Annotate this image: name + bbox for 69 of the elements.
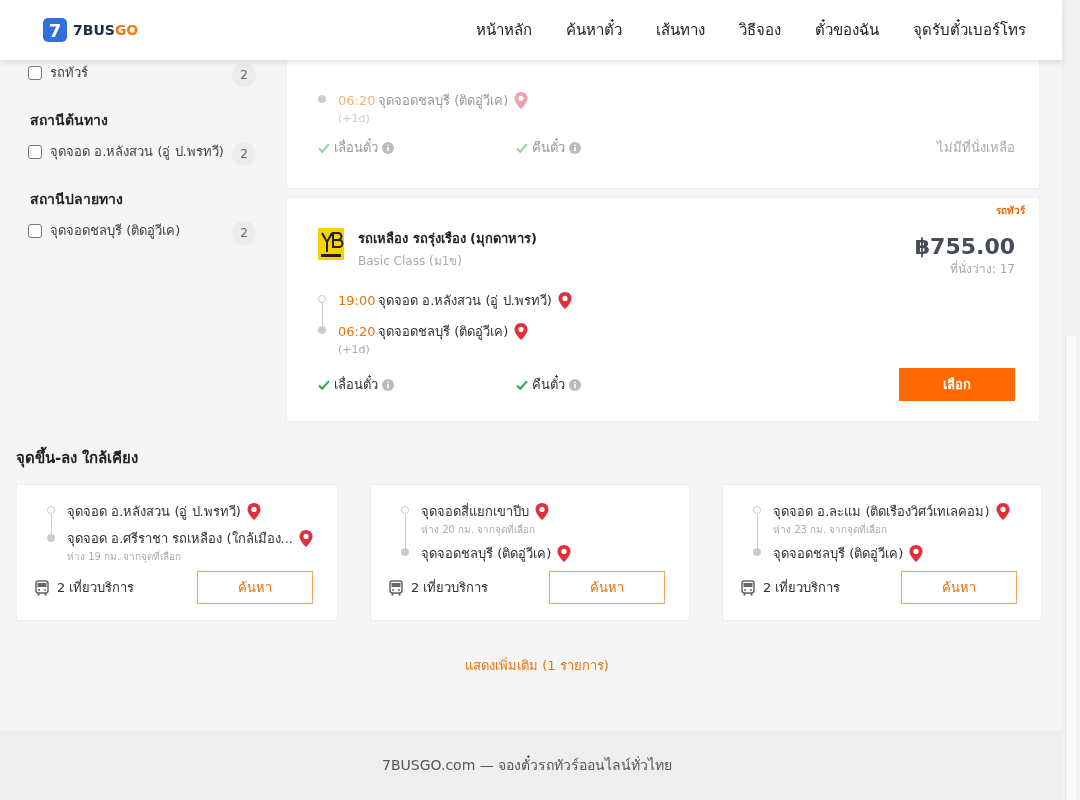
stop-name: จุดจอดชลบุรี (ติดอู่วีเค) [378,323,509,342]
bus-icon [741,579,755,596]
map-pin-icon[interactable] [535,502,549,521]
filter-label[interactable]: จุดจอด อ.หลังสวน (อู่ ป.พรทวี) [50,141,224,162]
feature-label: เลื่อนตั๋ว [334,137,378,157]
distance-note: ห่าง 19 กม. จากจุดที่เลือก [67,549,183,564]
map-pin-icon[interactable] [246,502,261,521]
logo-icon[interactable]: 7 [43,18,67,42]
checkbox[interactable] [28,145,42,159]
map-pin-icon[interactable] [995,502,1010,521]
section-heading: จุดขึ้น-ลง ใกล้เคียง [16,446,1080,470]
price: ฿755.00 [914,234,1015,259]
nav-link[interactable]: จุดรับตั๋วเบอร์โทร [913,18,1026,42]
count-badge: 2 [232,142,256,166]
route-timeline [318,295,326,334]
check-icon [318,141,330,154]
checkbox[interactable] [28,66,42,80]
filter-heading: สถานีต้นทาง [30,111,109,130]
bus-type-tag: รถทัวร์ [996,203,1025,218]
footer-text: 7BUSGO.com — จองตั๋วรถทัวร์ออนไลน์ทั่วไทย [382,754,673,775]
map-pin-icon[interactable] [909,544,924,563]
trip-count: 2 เที่ยวบริการ [411,578,489,597]
nav-link[interactable]: เส้นทาง [656,18,705,42]
map-pin-icon[interactable] [557,291,572,310]
feature-label: คืนตั๋ว [532,374,565,394]
trip-count: 2 เที่ยวบริการ [57,578,135,597]
operator-logo-icon [318,228,344,260]
nav-link[interactable]: ตั๋วของฉัน [815,18,879,42]
day-offset: (+1d) [338,343,371,356]
route-timeline [318,95,326,103]
stop-name: จุดจอด อ.ละแม (ติดเรืองวิศว์เทเลคอม) [773,503,990,522]
availability-note: ไม่มีที่นั่งเหลือ [937,138,1015,157]
feature-label: คืนตั๋ว [532,137,565,157]
stop-name: จุดจอดชลบุรี (ติดอู่วีเค) [421,545,552,564]
route-timeline [47,506,55,542]
bus-icon [389,579,403,596]
route-timeline [401,506,409,556]
map-pin-icon[interactable] [299,529,313,548]
filter-label[interactable]: รถทัวร์ [50,62,224,83]
scrollbar[interactable] [1062,0,1080,800]
stop-name: จุดจอด อ.หลังสวน (อู่ ป.พรทวี) [67,503,241,522]
nav-link[interactable]: ค้นหาตั๋ว [566,18,622,42]
bus-class: Basic Class (ม1ข) [358,253,463,270]
stop-name: จุดจอด อ.หลังสวน (อู่ ป.พรทวี) [378,292,552,311]
stop-name: จุดจอดสี่แยกเขาปีบ [421,502,529,522]
bus-icon [35,579,49,596]
map-pin-icon[interactable] [514,322,529,341]
filter-heading: สถานีปลายทาง [30,190,124,209]
filter-label[interactable]: จุดจอดชลบุรี (ติดอู่วีเค) [50,220,224,241]
trip-count: 2 เที่ยวบริการ [763,578,841,597]
count-badge: 2 [232,221,256,245]
nav-link[interactable]: หน้าหลัก [476,18,532,42]
operator-name: รถเหลือง รถรุ่งเรือง (มุกดาหาร) [358,230,537,249]
count-badge: 2 [232,63,256,87]
route-timeline [753,506,761,556]
checkbox[interactable] [28,224,42,238]
check-icon [318,378,330,391]
check-icon [516,378,528,391]
stop-name: จุดจอดชลบุรี (ติดอู่วีเค) [773,545,904,564]
map-pin-icon[interactable] [557,544,572,563]
feature-label: เลื่อนตั๋ว [334,374,378,394]
check-icon [516,141,528,154]
stop-name: จุดจอดชลบุรี (ติดอู่วีเค) [378,92,509,111]
seats-available: ที่นั่งว่าง: 17 [949,259,1015,278]
distance-note: ห่าง 23 กม. จากจุดที่เลือก [773,522,889,537]
stop-name: จุดจอด อ.ศรีราชา รถเหลือง (ใกล้เมือง... [67,530,293,549]
brand-name[interactable]: 7BUSGO [73,22,139,38]
distance-note: ห่าง 20 กม. จากจุดที่เลือก [421,522,537,537]
nav-link[interactable]: วิธีจอง [739,18,781,42]
